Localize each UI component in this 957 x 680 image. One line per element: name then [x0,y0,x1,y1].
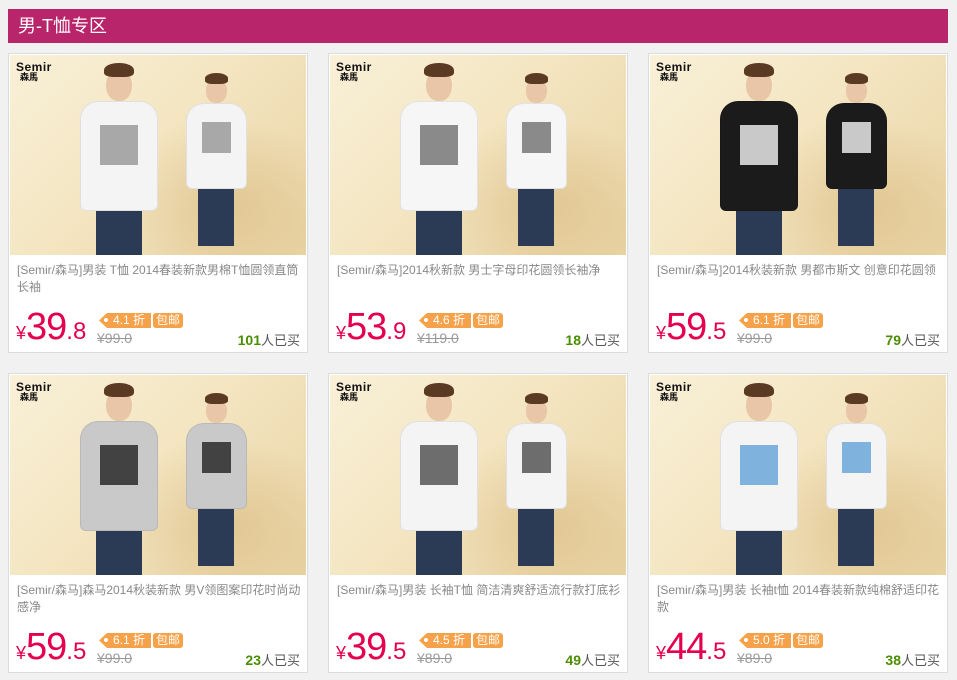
price-integer: 39 [346,626,387,668]
sold-suffix: 人已买 [900,333,940,348]
currency-symbol: ¥ [656,643,667,663]
original-price: ¥119.0 [417,330,459,346]
brand-logo-cn: 森馬 [660,392,679,402]
price-decimal: .8 [66,318,87,345]
price-integer: 59 [666,306,707,348]
free-shipping-badge: 包邮 [793,633,824,648]
sold-suffix: 人已买 [580,333,620,348]
price-integer: 39 [26,306,67,348]
free-shipping-badge: 包邮 [473,633,504,648]
brand-logo: Semir 森馬 [656,61,692,82]
brand-logo: Semir 森馬 [16,61,52,82]
sold-count: 79人已买 [885,330,940,349]
product-image[interactable]: Semir 森馬 [10,55,306,255]
product-price: ¥39.5 [336,628,406,666]
product-title[interactable]: [Semir/森马]男装 长袖t恤 2014春装新款纯棉舒适印花款 [657,582,941,618]
product-image[interactable]: Semir 森馬 [650,55,946,255]
section-title: 男-T恤专区 [8,9,948,43]
sold-number: 18 [565,332,581,348]
sold-count: 23人已买 [245,650,300,669]
product-price: ¥44.5 [656,628,726,666]
sold-suffix: 人已买 [260,653,300,668]
sold-suffix: 人已买 [260,333,300,348]
original-price: ¥99.0 [97,330,133,346]
product-card[interactable]: Semir 森馬 [Semir/森马]男装 T恤 2014春装新款男棉T恤圆领直… [8,53,308,353]
price-decimal: .9 [386,318,407,345]
product-title[interactable]: [Semir/森马]2014秋新款 男士字母印花圆领长袖净 [337,262,621,298]
product-image[interactable]: Semir 森馬 [330,375,626,575]
product-price: ¥39.8 [16,308,86,346]
brand-logo: Semir 森馬 [336,61,372,82]
price-integer: 53 [346,306,387,348]
product-title[interactable]: [Semir/森马]森马2014秋装新款 男V领图案印花时尚动感净 [17,582,301,618]
brand-logo: Semir 森馬 [16,381,52,402]
discount-tag: 5.0 折 [739,633,792,648]
product-price: ¥59.5 [656,308,726,346]
price-decimal: .5 [706,638,727,665]
currency-symbol: ¥ [336,323,347,343]
free-shipping-badge: 包邮 [153,633,184,648]
brand-logo-cn: 森馬 [340,72,359,82]
price-decimal: .5 [66,638,87,665]
free-shipping-badge: 包邮 [473,313,504,328]
price-decimal: .5 [706,318,727,345]
price-integer: 44 [666,626,707,668]
sold-count: 18人已买 [565,330,620,349]
sold-number: 38 [885,652,901,668]
product-card[interactable]: Semir 森馬 [Semir/森马]2014秋装新款 男都市斯文 创意印花圆领… [648,53,948,353]
product-card[interactable]: Semir 森馬 [Semir/森马]男装 长袖t恤 2014春装新款纯棉舒适印… [648,373,948,673]
product-card[interactable]: Semir 森馬 [Semir/森马]森马2014秋装新款 男V领图案印花时尚动… [8,373,308,673]
free-shipping-badge: 包邮 [153,313,184,328]
sold-count: 49人已买 [565,650,620,669]
original-price: ¥89.0 [737,650,773,666]
sold-number: 23 [245,652,261,668]
product-price: ¥53.9 [336,308,406,346]
currency-symbol: ¥ [656,323,667,343]
product-price: ¥59.5 [16,628,86,666]
product-title[interactable]: [Semir/森马]男装 T恤 2014春装新款男棉T恤圆领直筒长袖 [17,262,301,298]
discount-tag: 4.5 折 [419,633,472,648]
brand-logo-cn: 森馬 [20,392,39,402]
original-price: ¥99.0 [97,650,133,666]
sold-number: 101 [237,332,261,348]
sold-suffix: 人已买 [580,653,620,668]
price-integer: 59 [26,626,67,668]
brand-logo: Semir 森馬 [656,381,692,402]
discount-tag: 6.1 折 [99,633,152,648]
sold-count: 101人已买 [238,330,300,349]
product-image[interactable]: Semir 森馬 [330,55,626,255]
sold-number: 49 [565,652,581,668]
currency-symbol: ¥ [336,643,347,663]
brand-logo: Semir 森馬 [336,381,372,402]
brand-logo-cn: 森馬 [20,72,39,82]
discount-tag: 6.1 折 [739,313,792,328]
product-title[interactable]: [Semir/森马]男装 长袖T恤 简洁清爽舒适流行款打底衫 [337,582,621,618]
discount-tag: 4.1 折 [99,313,152,328]
free-shipping-badge: 包邮 [793,313,824,328]
brand-logo-cn: 森馬 [340,392,359,402]
product-image[interactable]: Semir 森馬 [650,375,946,575]
original-price: ¥89.0 [417,650,453,666]
sold-count: 38人已买 [885,650,940,669]
product-card[interactable]: Semir 森馬 [Semir/森马]2014秋新款 男士字母印花圆领长袖净 ¥… [328,53,628,353]
brand-logo-cn: 森馬 [660,72,679,82]
currency-symbol: ¥ [16,323,27,343]
product-title[interactable]: [Semir/森马]2014秋装新款 男都市斯文 创意印花圆领 [657,262,941,298]
sold-suffix: 人已买 [900,653,940,668]
currency-symbol: ¥ [16,643,27,663]
product-image[interactable]: Semir 森馬 [10,375,306,575]
product-card[interactable]: Semir 森馬 [Semir/森马]男装 长袖T恤 简洁清爽舒适流行款打底衫 … [328,373,628,673]
discount-tag: 4.6 折 [419,313,472,328]
price-decimal: .5 [386,638,407,665]
original-price: ¥99.0 [737,330,773,346]
sold-number: 79 [885,332,901,348]
